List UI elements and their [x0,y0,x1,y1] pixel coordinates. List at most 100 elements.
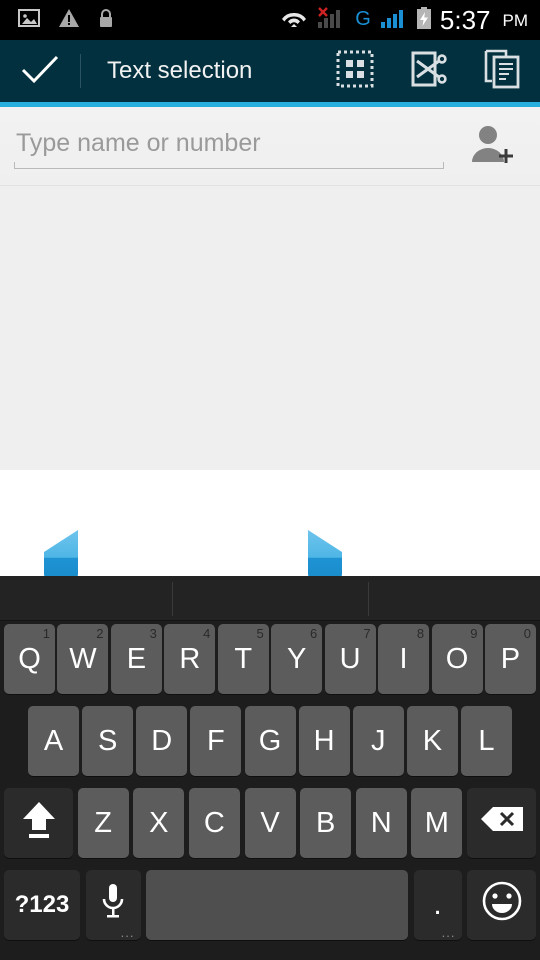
key-label: C [203,806,225,839]
emoji-key[interactable] [467,870,536,940]
wifi-icon [279,7,309,34]
copy-icon [484,49,522,94]
key-number-hint: 3 [149,626,157,641]
key-label: W [69,642,97,675]
key-i[interactable]: 8I [378,624,430,694]
key-label: S [97,724,118,757]
space-key[interactable] [146,870,408,940]
key-label: H [313,724,335,757]
copy-button[interactable] [466,40,540,102]
cut-button[interactable] [392,40,466,102]
suggestion-divider [368,582,369,616]
key-m[interactable]: M [411,788,463,858]
svg-text:G: G [355,8,371,30]
shift-caps-icon [19,797,59,849]
key-y[interactable]: 6Y [271,624,323,694]
suggestion-strip[interactable] [0,576,540,621]
warning-icon [58,8,80,33]
checkmark-icon [21,54,59,89]
key-b[interactable]: B [300,788,352,858]
key-number-hint: 5 [256,626,264,641]
action-bar-actions [318,40,540,102]
key-label: K [422,724,443,757]
symbols-key[interactable]: ?123 [4,870,80,940]
key-w[interactable]: 2W [57,624,109,694]
action-bar-title: Text selection [107,57,253,84]
key-g[interactable]: G [244,706,296,776]
key-label: L [478,724,495,757]
key-number-hint: 1 [42,626,50,641]
key-number-hint: 4 [203,626,211,641]
key-label: M [424,806,449,839]
key-label: B [315,806,336,839]
key-number-hint: 0 [523,626,531,641]
key-number-hint: 9 [470,626,478,641]
cell-signal-icon [380,6,408,35]
keyboard-row-3: Z X C V B N M [0,788,540,866]
key-label: V [260,806,280,839]
long-press-hint-dots: ... [120,925,135,940]
key-q[interactable]: 1Q [4,624,55,694]
key-t[interactable]: 5T [217,624,269,694]
shift-key[interactable] [4,788,73,858]
on-screen-keyboard: 1Q 2W 3E 4R 5T 6Y 7U 8I 9O 0P A S D F G … [0,576,540,960]
add-contact-button[interactable] [456,122,526,171]
period-key[interactable]: .... [413,870,462,940]
status-bar-clock: 5:37 [439,5,491,35]
keyboard-row-2: A S D F G H J K L [0,706,540,784]
key-label: U [339,642,361,675]
key-n[interactable]: N [355,788,407,858]
key-x[interactable]: X [133,788,185,858]
key-label: F [207,724,225,757]
key-j[interactable]: J [352,706,404,776]
key-z[interactable]: Z [77,788,129,858]
key-k[interactable]: K [406,706,458,776]
action-bar-divider [80,54,81,88]
key-o[interactable]: 9O [431,624,483,694]
key-d[interactable]: D [136,706,188,776]
key-label: R [179,642,201,675]
key-label: Q [18,642,41,675]
key-r[interactable]: 4R [164,624,216,694]
key-s[interactable]: S [82,706,134,776]
recipient-field[interactable] [14,121,444,171]
long-press-hint-dots: ... [441,925,456,940]
key-p[interactable]: 0P [484,624,536,694]
voice-input-key[interactable]: ... [85,870,141,940]
add-contact-icon [467,122,515,171]
status-bar-ampm: PM [502,10,529,30]
key-label: O [445,642,469,675]
key-a[interactable]: A [28,706,79,776]
battery-charging-icon [415,6,433,35]
key-label: Z [94,806,112,839]
recipient-underline [14,162,444,169]
backspace-key[interactable] [467,788,536,858]
message-thread-area [0,185,540,470]
key-label: E [126,642,147,675]
status-bar-system-icons: G 5:37 PM [279,6,540,35]
compose-bar: Fdfhgcffgfgghgggvggjhgfvfgg [0,470,540,576]
key-label: T [234,642,253,675]
key-label: P [500,642,521,675]
key-v[interactable]: V [244,788,296,858]
key-label: A [43,724,64,757]
gprs-g-icon: G [353,6,373,35]
key-c[interactable]: C [188,788,240,858]
keyboard-row-1: 1Q 2W 3E 4R 5T 6Y 7U 8I 9O 0P [0,624,540,702]
key-l[interactable]: L [461,706,512,776]
key-label: N [370,806,392,839]
key-label: G [258,724,282,757]
key-h[interactable]: H [298,706,350,776]
recipient-input[interactable] [14,121,444,165]
key-number-hint: 7 [363,626,371,641]
select-all-icon [336,50,374,93]
key-label: Y [287,642,307,675]
status-bar: G 5:37 PM [0,0,540,40]
key-e[interactable]: 3E [110,624,162,694]
done-button[interactable] [0,54,80,89]
backspace-icon [479,804,525,842]
microphone-icon [99,881,127,929]
key-f[interactable]: F [190,706,242,776]
key-u[interactable]: 7U [324,624,376,694]
select-all-button[interactable] [318,40,392,102]
